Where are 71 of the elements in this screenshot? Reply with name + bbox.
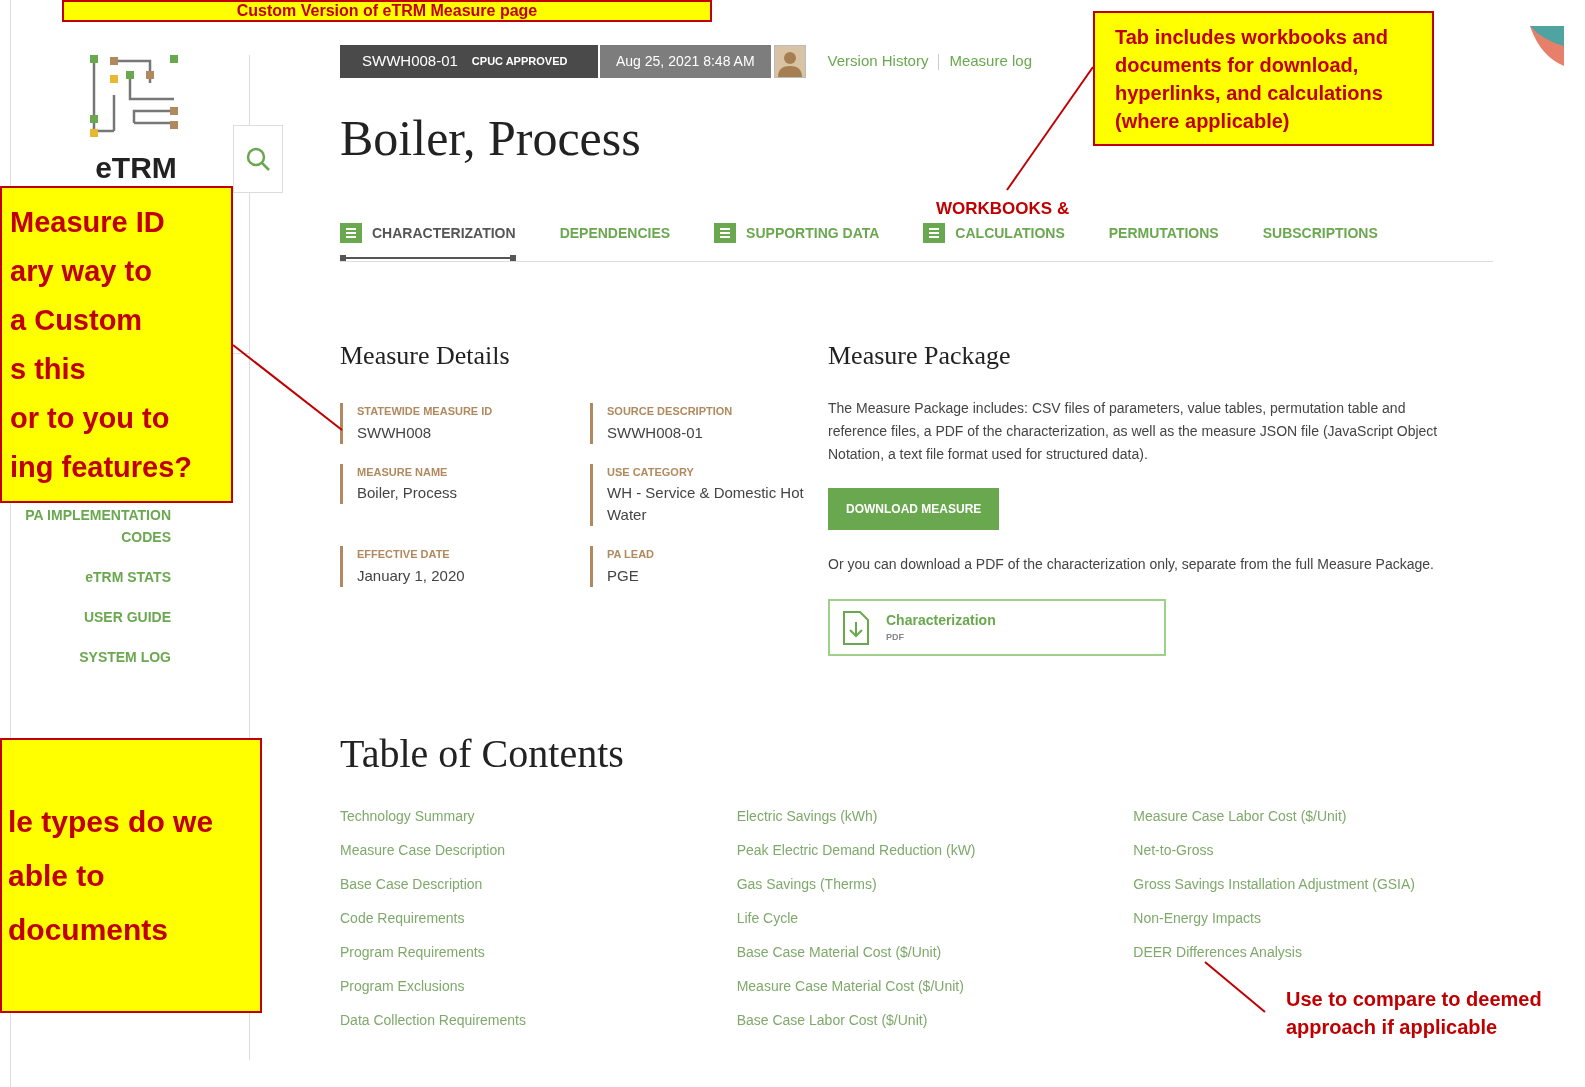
nav-link[interactable]: SYSTEM LOG	[11, 646, 171, 668]
download-note: Or you can download a PDF of the characterization only, separate from the full Measure Package.	[828, 555, 1435, 574]
page-title: Boiler, Process	[340, 109, 641, 168]
file-card[interactable]: Characterization PDF	[828, 599, 1166, 656]
list-icon	[923, 223, 946, 243]
field-value: WH - Service & Domestic Hot Water	[607, 483, 805, 525]
toc-link[interactable]: Non-Energy Impacts	[1133, 908, 1261, 929]
annotation-callout: Measure ID ary way to a Custom s this or to you to ing features?	[0, 186, 233, 503]
toc-link[interactable]: Program Exclusions	[340, 976, 465, 997]
section-heading: Measure Package	[828, 340, 1012, 372]
leader-line	[1204, 961, 1266, 1013]
toc-link[interactable]: Measure Case Labor Cost ($/Unit)	[1133, 806, 1347, 827]
toc-link[interactable]: Gross Savings Installation Adjustment (GSIA)	[1133, 874, 1415, 895]
list-icon	[714, 223, 737, 243]
nav-link[interactable]: PA IMPLEMENTATION CODES	[11, 504, 171, 548]
annotation-note: Use to compare to deemed approach if applicable	[1286, 987, 1542, 1040]
tab[interactable]: CALCULATIONS	[923, 223, 1065, 261]
tab[interactable]: DEPENDENCIES	[559, 223, 671, 261]
header-link[interactable]: Version History	[827, 50, 929, 73]
package-description: The Measure Package includes: CSV files of parameters, value tables, permutation table and reference files, a PDF of the characterization, as well as the measure JSON file (JavaScript Object Notation, a text file format used for structured data).	[828, 399, 1439, 464]
search-icon	[245, 146, 271, 172]
toc-link[interactable]: DEER Differences Analysis	[1133, 942, 1302, 963]
field-label: MEASURE NAME	[357, 464, 449, 480]
tab[interactable]: CHARACTERIZATION	[340, 223, 516, 261]
toc-link[interactable]: Peak Electric Demand Reduction (kW)	[736, 840, 976, 861]
annotation-callout: Tab includes workbooks and documents for download, hyperlinks, and calculations (where applicable)	[1093, 11, 1434, 146]
toc-link[interactable]: Base Case Material Cost ($/Unit)	[736, 942, 942, 963]
toc-link[interactable]: Base Case Labor Cost ($/Unit)	[736, 1010, 928, 1031]
logo-text: eTRM	[95, 153, 177, 183]
field-label: SOURCE DESCRIPTION	[607, 404, 734, 419]
field-label: PA LEAD	[607, 547, 656, 562]
toc-heading: Table of Contents	[340, 730, 625, 778]
measure-code: SWWH008-01	[362, 51, 458, 72]
search-button[interactable]	[233, 125, 283, 193]
nav-link[interactable]: eTRM STATS	[11, 566, 171, 588]
field-value: PGE	[607, 565, 640, 586]
toc-link[interactable]: Life Cycle	[736, 908, 799, 929]
list-icon	[340, 223, 362, 243]
tab[interactable]: SUBSCRIPTIONS	[1262, 223, 1378, 261]
toc-link[interactable]: Code Requirements	[340, 908, 465, 929]
title-callout: Custom Version of eTRM Measure page	[62, 0, 712, 22]
date-label: Aug 25, 2021 8:48 AM	[600, 45, 771, 78]
toc-link[interactable]: Data Collection Requirements	[340, 1010, 526, 1031]
field-value: January 1, 2020	[357, 565, 466, 586]
toc-link[interactable]: Program Requirements	[340, 942, 485, 963]
toc-link[interactable]: Measure Case Material Cost ($/Unit)	[736, 976, 964, 997]
tab[interactable]: SUPPORTING DATA	[714, 223, 880, 261]
file-name: Characterization	[886, 611, 996, 631]
tab[interactable]: PERMUTATIONS	[1108, 223, 1219, 261]
toc-link[interactable]: Gas Savings (Therms)	[736, 874, 877, 895]
field-value: SWWH008-01	[607, 422, 704, 443]
toc-link[interactable]: Electric Savings (kWh)	[736, 806, 878, 827]
file-type: PDF	[886, 631, 905, 645]
download-button[interactable]: DOWNLOAD MEASURE	[828, 488, 1000, 530]
annotation-callout: le types do we able to documents	[0, 738, 262, 1013]
field-value: SWWH008	[357, 422, 433, 443]
header-link[interactable]: Measure log	[949, 50, 1032, 73]
toc-link[interactable]: Measure Case Description	[340, 840, 505, 861]
toc-link[interactable]: Technology Summary	[340, 806, 475, 827]
nav-link[interactable]: USER GUIDE	[11, 606, 171, 628]
document-download-icon	[842, 609, 870, 646]
field-label: EFFECTIVE DATE	[357, 547, 451, 562]
status-label: CPUC APPROVED	[471, 54, 568, 70]
section-heading: Measure Details	[340, 340, 511, 372]
field-label: USE CATEGORY	[607, 464, 695, 480]
corner-logo-icon	[1530, 26, 1564, 66]
field-value: Boiler, Process	[357, 483, 459, 503]
toc-link[interactable]: Base Case Description	[340, 874, 483, 895]
tab-annotation: WORKBOOKS &	[936, 200, 1070, 218]
toc-link[interactable]: Net-to-Gross	[1133, 840, 1214, 861]
field-label: STATEWIDE MEASURE ID	[357, 404, 494, 419]
